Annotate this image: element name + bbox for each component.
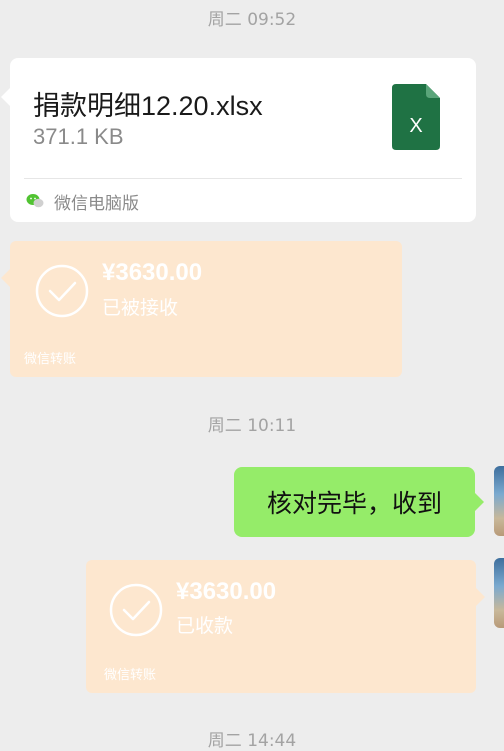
transfer-status: 已被接收	[102, 297, 179, 319]
transfer-card-sent[interactable]: ¥3630.00 已收款 微信转账	[86, 560, 485, 693]
excel-xlsx-icon: X	[392, 84, 440, 150]
message-text: 核对完毕，收到	[266, 489, 442, 518]
timestamp: 周二 14:44	[207, 731, 297, 751]
avatar[interactable]	[494, 466, 504, 536]
file-name: 捐款明细12.20.xlsx	[33, 91, 263, 121]
check-circle-icon	[109, 583, 163, 637]
transfer-label: 微信转账	[24, 352, 77, 367]
file-source: 微信电脑版	[26, 186, 139, 216]
divider	[24, 178, 462, 179]
transfer-amount: ¥3630.00	[102, 259, 203, 286]
xlsx-icon-letter: X	[409, 115, 422, 137]
file-size: 371.1 KB	[33, 124, 124, 149]
timestamp: 周二 09:52	[207, 10, 297, 30]
transfer-amount: ¥3630.00	[176, 578, 277, 605]
file-source-label: 微信电脑版	[54, 193, 139, 214]
check-circle-icon	[35, 264, 89, 318]
file-message[interactable]: 捐款明细12.20.xlsx 371.1 KB X 微信电脑版	[1, 58, 476, 222]
text-message-bubble[interactable]: 核对完毕，收到	[234, 467, 484, 537]
avatar[interactable]	[494, 558, 504, 628]
timestamp: 周二 10:11	[207, 416, 297, 436]
transfer-status: 已收款	[176, 615, 234, 637]
transfer-label: 微信转账	[104, 668, 157, 683]
wechat-icon	[26, 194, 44, 208]
transfer-card-received[interactable]: ¥3630.00 已被接收 微信转账	[1, 241, 402, 377]
